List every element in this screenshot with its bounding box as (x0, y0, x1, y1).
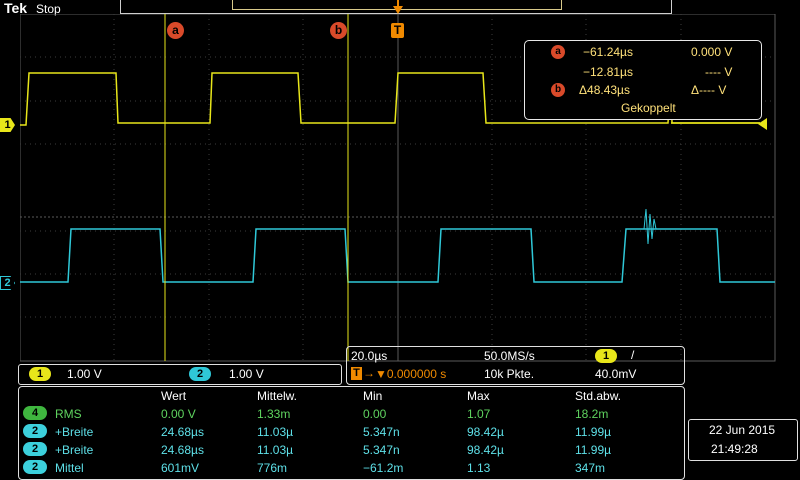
ch1-scale-badge[interactable]: 1 (29, 367, 51, 381)
measurement-mean: 776m (257, 461, 288, 475)
table-row[interactable]: 4 RMS 0.00 V 1.33m 0.00 1.07 18.2m (19, 405, 684, 423)
measurement-channel-badge: 2 (23, 460, 47, 474)
horizontal-scale: 20.0µs (351, 349, 388, 363)
measurement-name: RMS (55, 407, 82, 421)
measurement-value: 0.00 V (161, 407, 196, 421)
measurement-channel-badge: 4 (23, 406, 47, 420)
trigger-position-value: ▼0.000000 s (375, 367, 447, 381)
channel2-ground-marker[interactable]: 2 (0, 276, 15, 290)
trigger-position-badge: T (351, 367, 362, 380)
cursor-a-marker[interactable]: a (167, 22, 184, 39)
measurement-value: 601mV (161, 461, 200, 475)
readout-marker-a: a (551, 45, 565, 59)
table-row[interactable]: 2 Mittel 601mV 776m −61.2m 1.13 347m (19, 459, 684, 477)
channel2-glitch (643, 208, 657, 245)
measurement-value: 24.68µs (161, 425, 204, 439)
measurement-max: 1.13 (467, 461, 491, 475)
measurements-panel[interactable]: Wert Mittelw. Min Max Std.abw. 4 RMS 0.0… (18, 386, 685, 480)
column-header: Max (467, 389, 490, 403)
date-time-panel: 22 Jun 2015 21:49:28 (688, 419, 798, 461)
channel1-ground-marker[interactable]: 1 (0, 118, 15, 132)
cursor-delta-time: Δ48.43µs (579, 83, 630, 97)
cursor-mode-label: Gekoppelt (621, 101, 676, 115)
measurement-min: 5.347n (363, 443, 400, 457)
cursor-b-voltage: ---- V (705, 65, 733, 79)
trigger-position-arrow (393, 0, 403, 14)
measurement-channel-badge: 2 (23, 442, 47, 456)
column-header: Mittelw. (257, 389, 298, 403)
ch2-scale-value: 1.00 V (229, 367, 264, 381)
measurement-mean: 11.03µ (257, 425, 294, 439)
time-label: 21:49:28 (711, 442, 758, 456)
measurement-name: +Breite (55, 425, 94, 439)
measurements-header-row: Wert Mittelw. Min Max Std.abw. (19, 387, 684, 405)
trigger-slope-icon: / (631, 348, 635, 362)
column-header: Std.abw. (575, 389, 622, 403)
measurement-name: +Breite (55, 443, 94, 457)
measurement-value: 24.68µs (161, 443, 204, 457)
readout-marker-b: b (551, 83, 565, 97)
trigger-level: 40.0mV (595, 367, 637, 381)
measurement-channel-badge: 2 (23, 424, 47, 438)
sample-rate: 50.0MS/s (484, 349, 535, 363)
ch2-scale-badge[interactable]: 2 (189, 367, 211, 381)
measurement-min: 5.347n (363, 425, 400, 439)
column-header: Wert (161, 389, 187, 403)
measurement-name: Mittel (55, 461, 84, 475)
table-row[interactable]: 2 +Breite 24.68µs 11.03µ 5.347n 98.42µ 1… (19, 423, 684, 441)
table-row[interactable]: 2 +Breite 24.68µs 11.03µ 5.347n 98.42µ 1… (19, 441, 684, 459)
measurement-max: 1.07 (467, 407, 491, 421)
measurement-min: −61.2m (363, 461, 404, 475)
trigger-arrow-icon: → (363, 366, 375, 380)
ch1-scale-value: 1.00 V (67, 367, 102, 381)
cursor-readout-panel[interactable]: a −61.24µs 0.000 V −12.81µs ---- V b Δ48… (524, 40, 762, 120)
record-length: 10k Pkte. (484, 367, 535, 381)
measurement-stddev: 11.99µ (575, 425, 612, 439)
column-header: Min (363, 389, 383, 403)
trigger-source-badge[interactable]: 1 (595, 349, 617, 363)
cursor-b-marker[interactable]: b (330, 22, 347, 39)
cursor-a-time: −61.24µs (583, 45, 633, 59)
measurement-stddev: 18.2m (575, 407, 609, 421)
measurement-min: 0.00 (363, 407, 387, 421)
measurement-mean: 11.03µ (257, 443, 294, 457)
date-label: 22 Jun 2015 (709, 423, 776, 437)
measurement-max: 98.42µ (467, 425, 504, 439)
trigger-marker[interactable]: T (391, 23, 404, 38)
timebase-trigger-panel[interactable]: 20.0µs 50.0MS/s 1 / T → ▼0.000000 s 10k … (346, 346, 685, 385)
trigger-level-arrow (758, 118, 767, 130)
measurement-stddev: 11.99µ (575, 443, 612, 457)
measurement-stddev: 347m (575, 461, 606, 475)
measurement-max: 98.42µ (467, 443, 504, 457)
cursor-delta-voltage: Δ---- V (691, 83, 727, 97)
measurement-mean: 1.33m (257, 407, 291, 421)
cursor-a-voltage: 0.000 V (691, 45, 733, 59)
cursor-b-time: −12.81µs (583, 65, 633, 79)
channel-scale-panel[interactable]: 1 1.00 V 2 1.00 V (18, 364, 342, 385)
